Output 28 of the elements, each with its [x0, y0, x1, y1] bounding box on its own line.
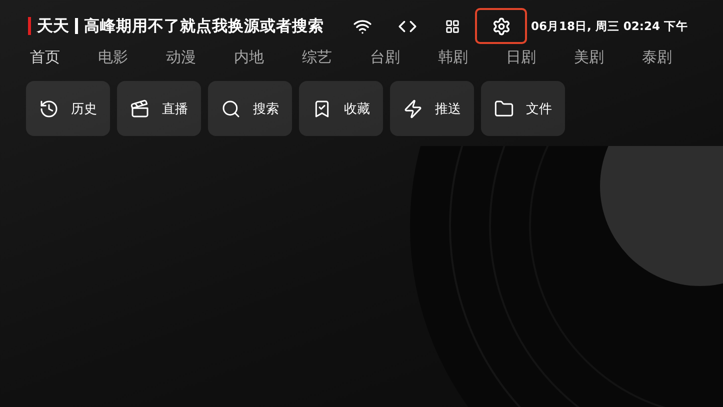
category-tab[interactable]: 泰剧 — [642, 44, 710, 71]
category-tab[interactable]: 台剧 — [370, 44, 438, 71]
search-icon — [221, 98, 241, 118]
category-tab[interactable]: 内地 — [234, 44, 302, 71]
date-time: 06月18日, 周三 02:24 下午 — [531, 18, 688, 34]
category-tab[interactable]: 动漫 — [166, 44, 234, 71]
category-tab[interactable]: 美剧 — [574, 44, 642, 71]
settings-button[interactable] — [475, 8, 527, 44]
category-tab[interactable]: 电影 — [98, 44, 166, 71]
app-name: 天天 — [37, 16, 69, 36]
shortcut-button[interactable]: 搜索 — [208, 81, 292, 136]
shortcut-button[interactable]: 直播 — [117, 81, 201, 136]
shortcut-button[interactable]: 历史 — [26, 81, 110, 136]
source-notice[interactable]: 高峰期用不了就点我换源或者搜索 — [84, 16, 324, 36]
clapperboard-icon — [130, 98, 150, 118]
category-tab[interactable]: 日剧 — [506, 44, 574, 71]
category-tab[interactable]: 首页 — [30, 44, 98, 71]
history-icon — [39, 98, 59, 118]
grid-icon — [444, 18, 460, 34]
shortcut-button[interactable]: 推送 — [390, 81, 474, 136]
category-tab[interactable]: 韩剧 — [438, 44, 506, 71]
category-tab[interactable]: 综艺 — [302, 44, 370, 71]
lightning-icon — [403, 98, 423, 118]
accent-bar — [28, 17, 31, 35]
shortcut-button[interactable]: 文件 — [481, 81, 565, 136]
shortcut-button[interactable]: 收藏 — [299, 81, 383, 136]
folder-icon — [494, 98, 514, 118]
settings-icon — [492, 16, 510, 36]
